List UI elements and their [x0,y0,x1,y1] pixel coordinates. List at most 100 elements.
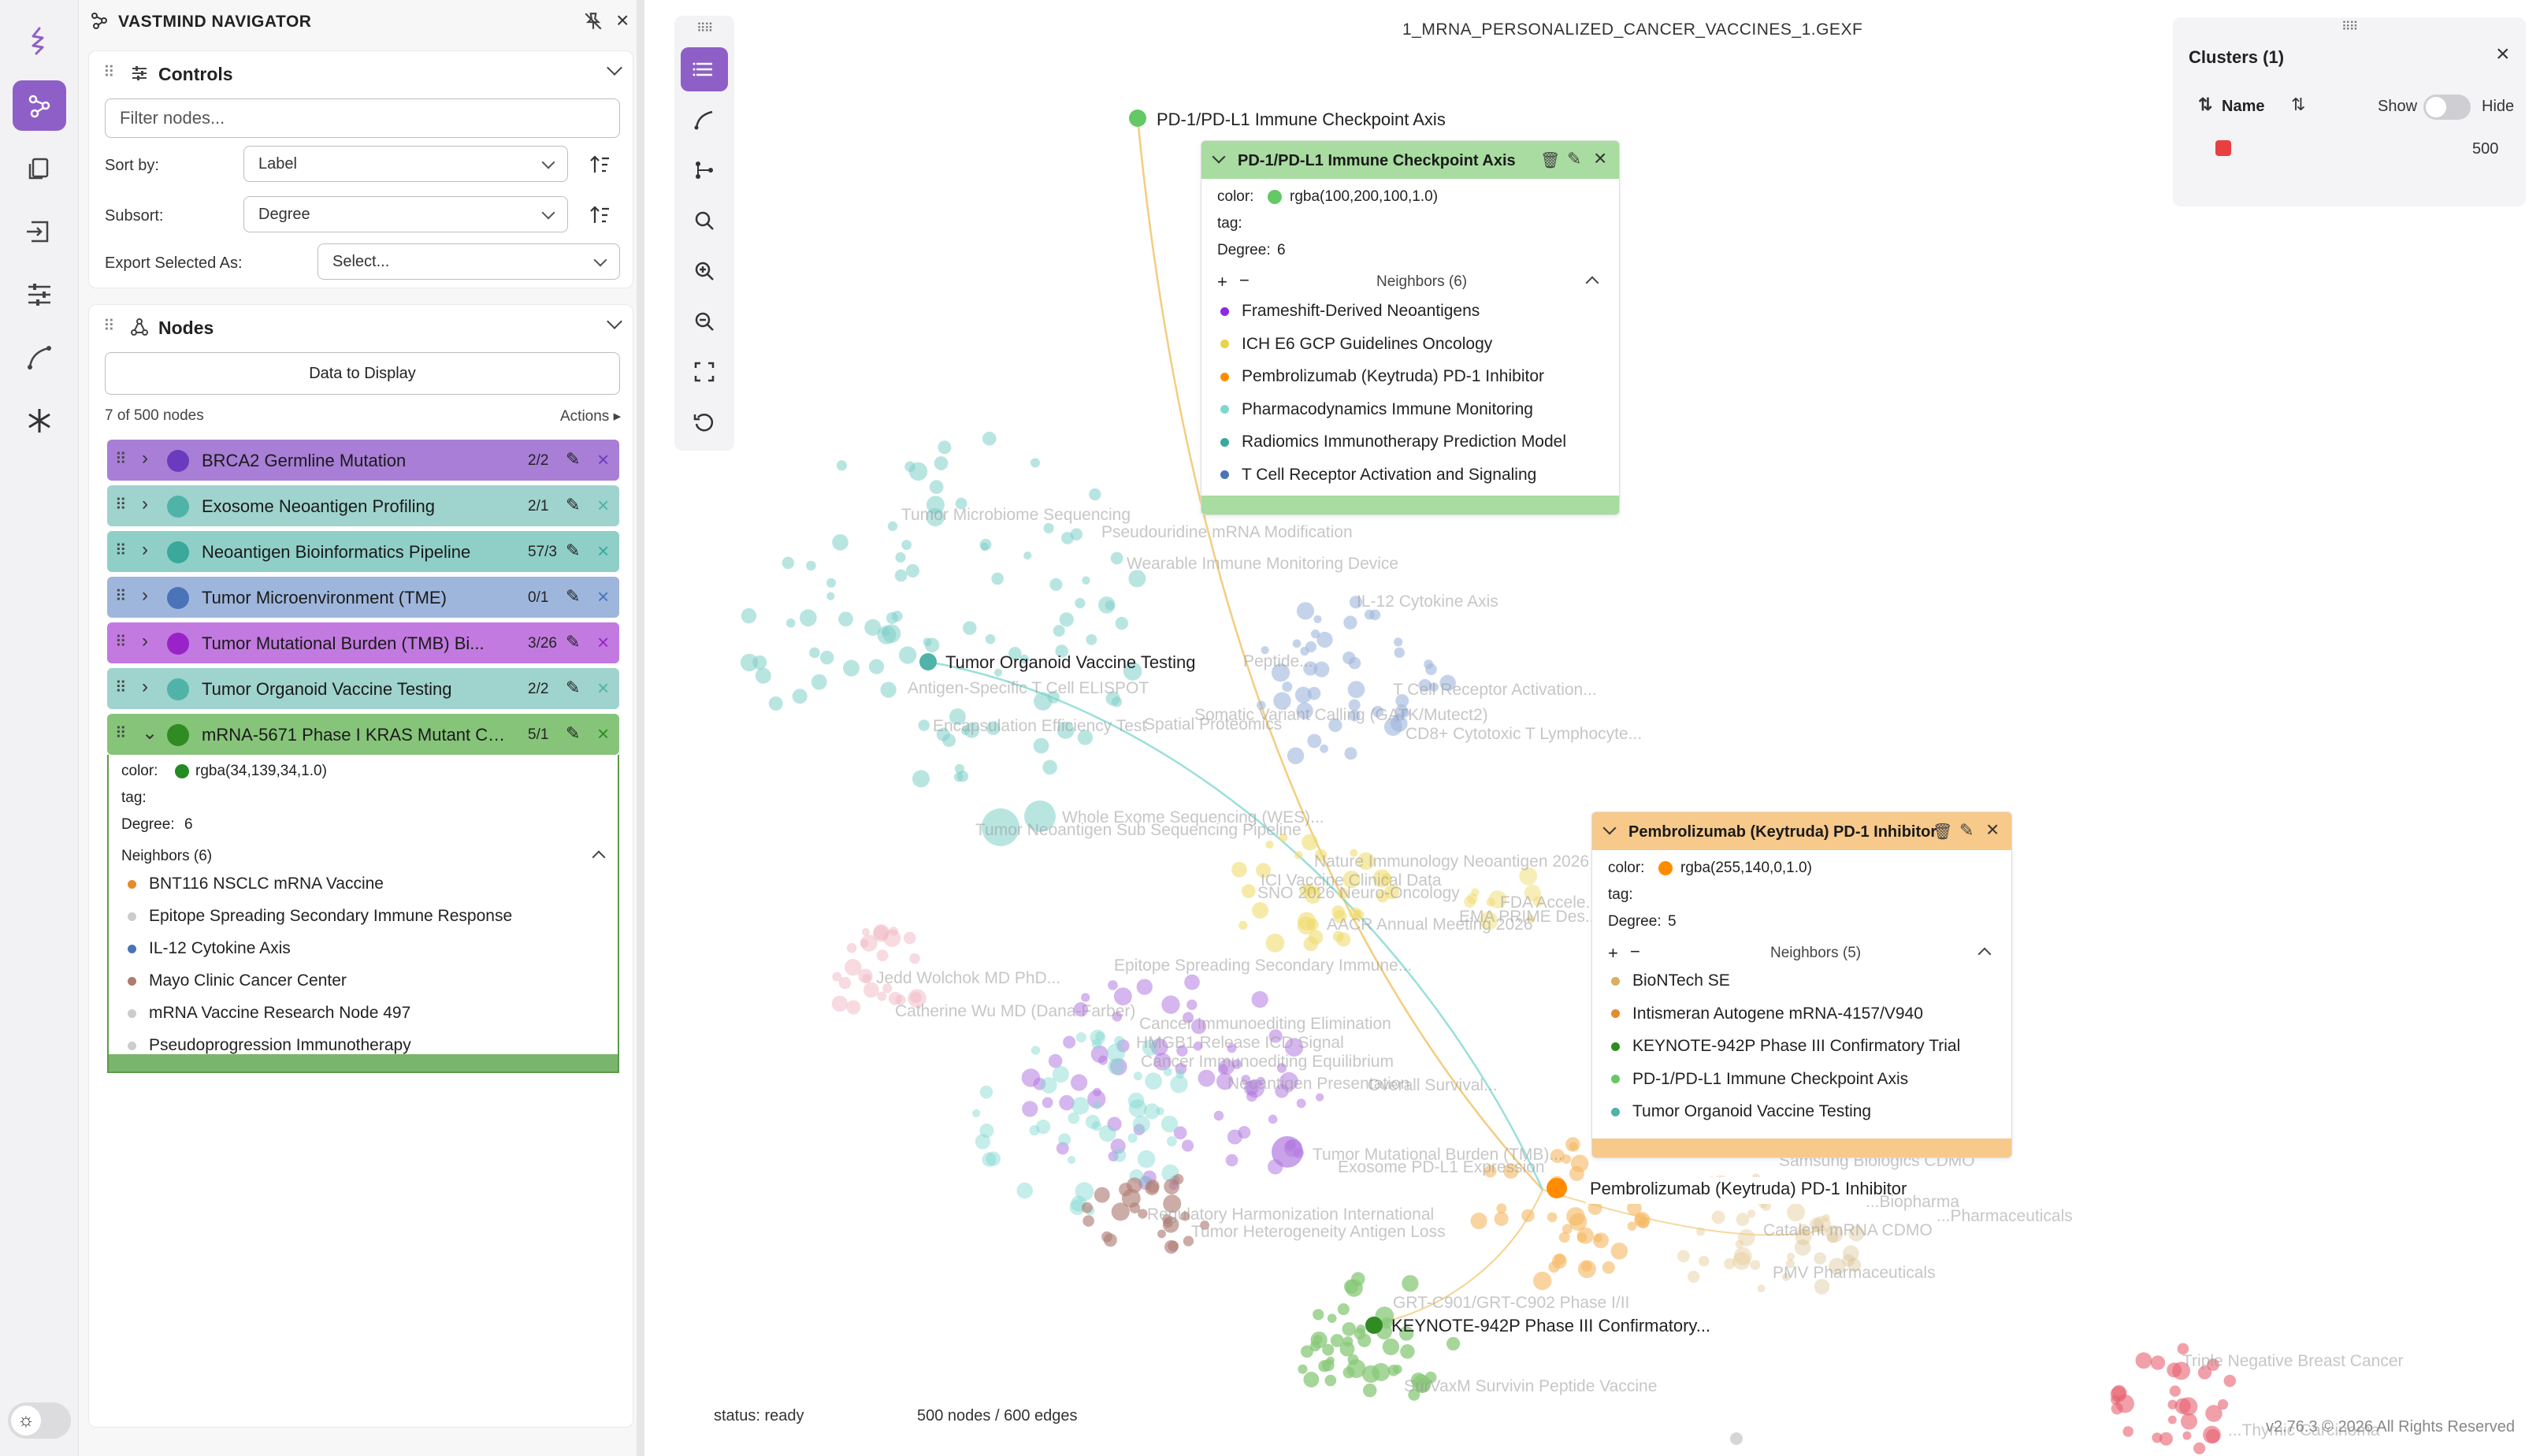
graph-node[interactable] [1446,1336,1461,1351]
graph-node[interactable] [1070,528,1083,540]
graph-node[interactable] [1576,1232,1588,1242]
theme-toggle[interactable]: ☼ [8,1402,71,1439]
graph-node[interactable] [1075,1032,1086,1043]
graph-node[interactable] [979,538,992,551]
graph-node[interactable] [1696,1227,1705,1236]
sort-order-icon[interactable] [589,154,611,176]
graph-node[interactable] [1033,737,1049,754]
node-row[interactable]: ⠿ › Tumor Mutational Burden (TMB) Bi... 3/2… [107,622,619,663]
graph-node[interactable] [963,621,977,635]
collapse-all-icon[interactable]: − [1239,270,1250,291]
curve-icon[interactable] [13,332,66,383]
graph-node[interactable] [1581,1261,1592,1272]
graph-node[interactable] [809,647,820,659]
drag-handle-icon[interactable]: ⠿⠿ [2341,19,2358,35]
graph-node[interactable] [1081,993,1090,1002]
graph-node[interactable] [740,653,759,672]
graph-node[interactable] [2167,1362,2182,1378]
sort-by-select[interactable]: Label [243,146,568,182]
graph-node[interactable] [1313,1335,1323,1345]
graph-node[interactable] [895,552,906,563]
graph-node[interactable] [1119,1183,1133,1197]
graph-node[interactable] [1058,1133,1071,1146]
graph-node[interactable] [1252,901,1269,919]
graph-node[interactable] [1357,1333,1372,1347]
graph-node[interactable] [861,927,871,936]
graph-node[interactable] [1186,999,1198,1010]
graph-node[interactable] [1747,1209,1756,1218]
graph-node[interactable] [1562,1224,1573,1235]
graph-node[interactable] [1132,1115,1150,1134]
graph-node[interactable] [1075,597,1086,609]
sort-order-icon[interactable]: ⇅ [2291,95,2305,115]
neighbor-item[interactable]: PD-1/PD-L1 Immune Checkpoint Axis [1611,1070,1908,1089]
remove-icon[interactable]: × [597,493,609,518]
graph-node[interactable] [1136,979,1153,995]
graph-node[interactable] [819,650,834,665]
graph-node[interactable] [846,1000,861,1015]
graph-node[interactable] [768,696,783,711]
chevron-right-icon[interactable]: › [142,585,148,607]
graph-node[interactable] [1059,612,1074,627]
graph-node[interactable] [1133,1072,1142,1081]
graph-node[interactable] [1569,1142,1578,1151]
graph-node[interactable] [1048,1053,1063,1068]
graph-node[interactable] [2110,1386,2126,1402]
graph-node[interactable] [868,659,885,674]
remove-icon[interactable]: × [597,722,609,746]
graph-node[interactable] [923,637,932,647]
graph-node[interactable] [1127,1133,1138,1143]
graph-node[interactable] [1324,1374,1337,1387]
graph-node[interactable] [908,462,928,481]
graph-node[interactable] [1470,1213,1487,1230]
expand-all-icon[interactable]: + [1217,272,1227,292]
graph-node[interactable] [2152,1432,2163,1443]
edit-icon[interactable]: ✎ [566,723,580,744]
graph-node[interactable] [1094,1187,1110,1203]
graph-node[interactable] [1103,1233,1117,1247]
graph-node[interactable] [1112,1148,1127,1162]
edit-icon[interactable]: ✎ [566,449,580,470]
chevron-right-icon[interactable]: › [142,630,148,652]
graph-node[interactable] [1172,1174,1184,1185]
remove-icon[interactable]: × [597,585,609,609]
neighbor-item[interactable]: Mayo Clinic Cancer Center [128,971,347,990]
neighbor-item[interactable]: Frameshift-Derived Neoantigens [1220,302,1480,321]
graph-node[interactable] [1127,1092,1145,1109]
drag-handle-icon[interactable]: ⠿ [103,316,115,336]
graph-node[interactable] [1106,1043,1126,1063]
neighbor-item[interactable]: Pseudoprogression Immunotherapy [128,1036,411,1055]
graph-node[interactable] [1137,1150,1156,1168]
graph-node[interactable] [826,578,837,588]
graph-node[interactable] [1198,1069,1216,1087]
graph-node[interactable] [792,689,808,704]
export-select[interactable]: Select... [318,243,620,280]
graph-node[interactable] [1292,639,1302,648]
graph-node[interactable] [1342,1366,1355,1379]
graph-node[interactable] [1227,1129,1242,1145]
unpin-icon[interactable] [583,11,603,32]
graph-node[interactable] [1464,896,1476,908]
graph-node[interactable] [1842,1245,1859,1262]
neighbor-item[interactable]: Radiomics Immunotherapy Prediction Model [1220,433,1566,451]
graph-node[interactable] [1757,1284,1766,1293]
drag-handle-icon[interactable]: ⠿ [115,540,127,560]
subsort-select[interactable]: Degree [243,196,568,232]
graph-node[interactable] [1344,747,1357,760]
graph-node[interactable] [811,674,827,690]
graph-node[interactable] [903,931,916,945]
graph-node[interactable] [1794,1239,1811,1256]
graph-node[interactable] [1146,1179,1160,1194]
graph-node[interactable] [1053,625,1065,637]
node-keynote[interactable] [1365,1317,1383,1334]
graph-node[interactable] [1110,552,1123,565]
drag-handle-icon[interactable]: ⠿⠿ [696,20,713,36]
graph-node[interactable] [934,456,949,470]
sort-icon[interactable]: ⇅ [2198,95,2212,115]
graph-node[interactable] [1547,1212,1558,1223]
trash-icon[interactable]: 🗑 [1540,150,1560,170]
graph-node[interactable] [1111,696,1123,708]
drag-handle-icon[interactable]: ⠿ [115,586,127,606]
graph-node[interactable] [1294,851,1303,860]
graph-node[interactable] [882,624,901,643]
